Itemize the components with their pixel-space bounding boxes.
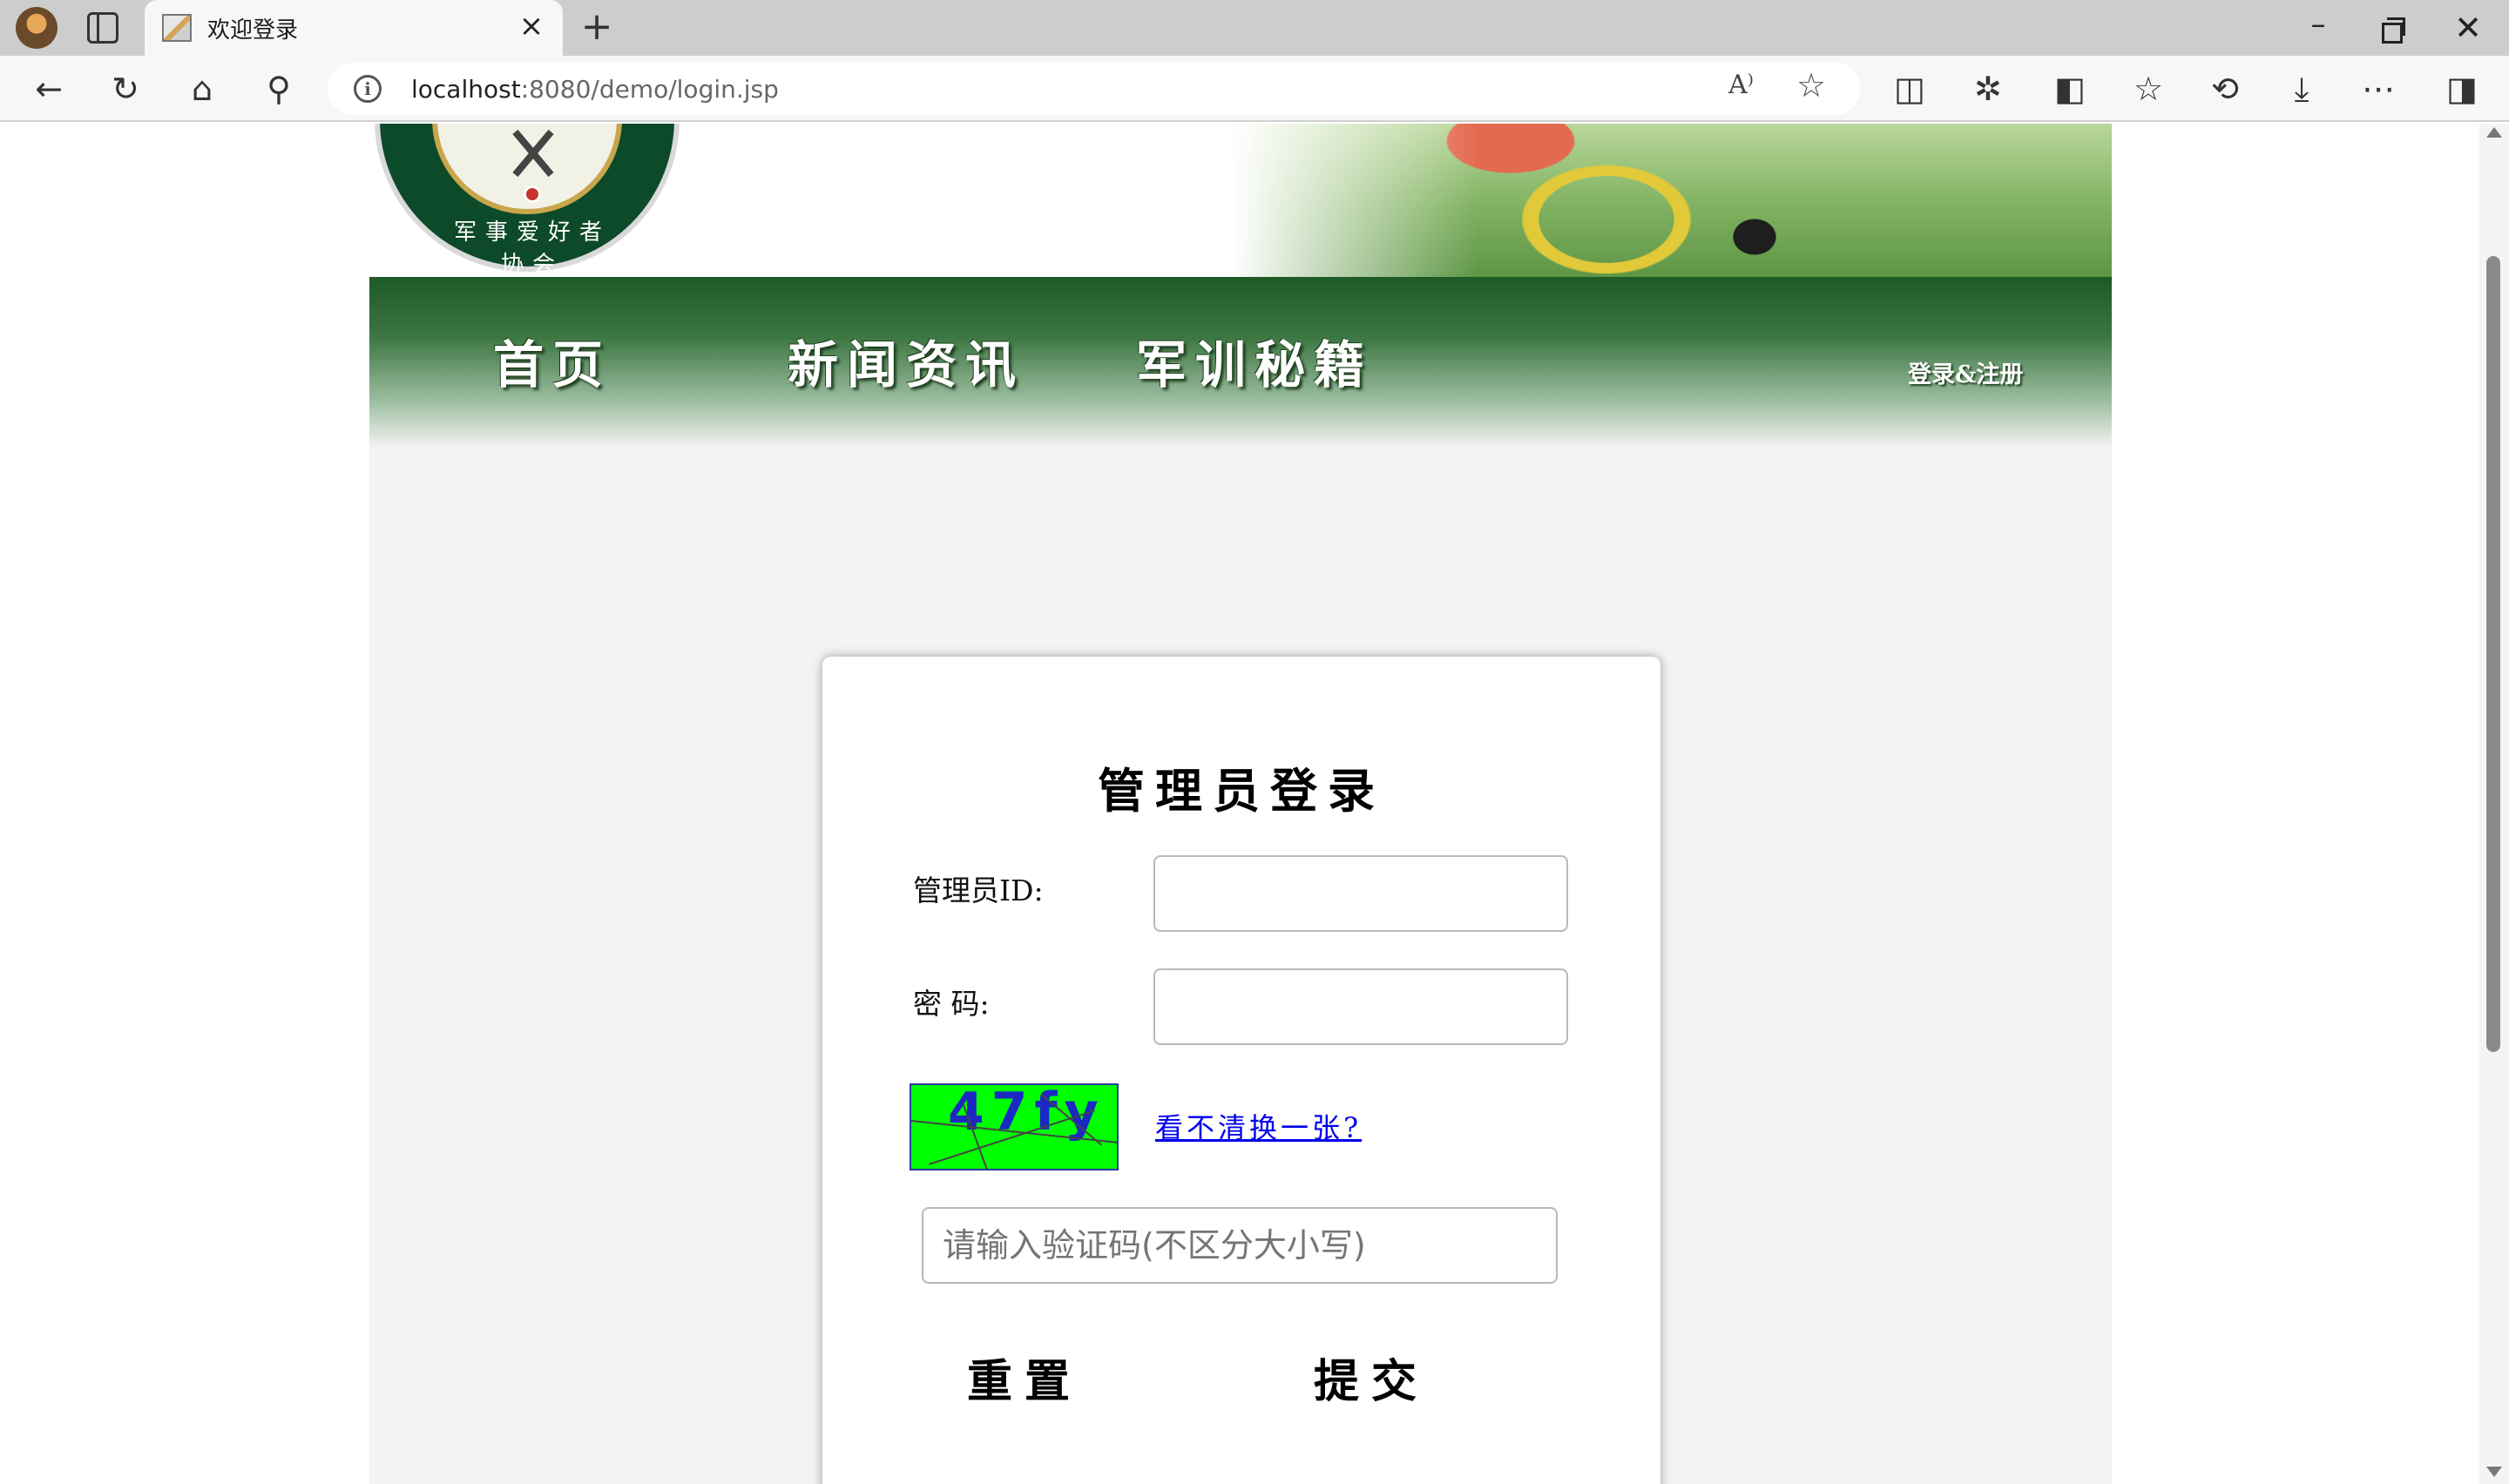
scroll-down-arrow-icon[interactable] (2486, 1467, 2502, 1477)
back-icon[interactable]: ← (26, 66, 71, 111)
header-banner: 军事爱好者协会 (369, 124, 2112, 277)
submit-button[interactable]: 提交 (1314, 1345, 1429, 1410)
nav-home[interactable]: 首页 (493, 324, 612, 397)
search-icon[interactable]: ⚲ (256, 66, 301, 111)
nav-news[interactable]: 新闻资讯 (788, 324, 1025, 397)
crossed-rifles-icon (507, 125, 558, 176)
favorite-star-icon[interactable]: ☆ (1796, 66, 1826, 105)
window-minimize-icon[interactable]: – (2296, 7, 2340, 49)
browser-toolbar: ← ↻ ⌂ ⚲ i localhost:8080/demo/login.jsp … (0, 56, 2509, 122)
site-info-icon[interactable]: i (354, 75, 382, 103)
login-title: 管理员登录 (1098, 763, 1385, 819)
extensions-icon[interactable]: ✲ (1965, 66, 2011, 111)
password-label: 密 码: (913, 987, 990, 1021)
password-input[interactable] (1153, 968, 1568, 1045)
admin-id-input[interactable] (1153, 855, 1568, 932)
reset-button[interactable]: 重置 (967, 1345, 1082, 1410)
admin-id-label: 管理员ID: (913, 874, 1044, 907)
captcha-refresh-link[interactable]: 看不清换一张? (1155, 1106, 1362, 1146)
banner-photo (1232, 124, 2112, 277)
sidebar-toggle-icon[interactable]: ◨ (2439, 66, 2485, 111)
window-restore-icon[interactable] (2368, 7, 2411, 49)
url-path: :8080/demo/login.jsp (520, 75, 779, 104)
page-viewport: 军事爱好者协会 首页 新闻资讯 军训秘籍 登录&注册 管理员登录 管理员ID: … (0, 124, 2479, 1484)
login-panel: 管理员登录 管理员ID: 密 码: 47fy 看不清换一张? 请输入验证码(不区… (822, 657, 1660, 1484)
refresh-icon[interactable]: ↻ (103, 66, 148, 111)
home-icon[interactable]: ⌂ (179, 66, 225, 111)
browser-tab-active[interactable]: 欢迎登录 × (145, 0, 563, 56)
tab-close-icon[interactable]: × (514, 9, 549, 44)
site-container: 军事爱好者协会 首页 新闻资讯 军训秘籍 登录&注册 管理员登录 管理员ID: … (369, 124, 2112, 1484)
tab-favicon-icon (162, 14, 192, 42)
split-screen-icon[interactable]: ◧ (2047, 66, 2093, 111)
profile-avatar[interactable] (16, 7, 57, 49)
more-menu-icon[interactable]: ⋯ (2356, 66, 2401, 111)
address-url[interactable]: localhost:8080/demo/login.jsp (411, 75, 779, 104)
logo-text: 军事爱好者协会 (453, 219, 611, 277)
scroll-thumb[interactable] (2486, 256, 2500, 1052)
captcha-code-input[interactable]: 请输入验证码(不区分大小写) (922, 1207, 1558, 1284)
collections-icon[interactable]: ◫ (1887, 66, 1932, 111)
main-nav: 首页 新闻资讯 军训秘籍 登录&注册 (369, 277, 2112, 448)
tab-title: 欢迎登录 (207, 17, 299, 44)
captcha-image[interactable]: 47fy (910, 1083, 1119, 1170)
new-tab-icon[interactable]: + (575, 5, 619, 49)
association-logo: 军事爱好者协会 (375, 124, 680, 277)
browser-tab-bar: 欢迎登录 × + – ✕ (0, 0, 2509, 56)
history-icon[interactable]: ⟲ (2202, 66, 2248, 111)
address-bar[interactable]: i localhost:8080/demo/login.jsp A⁾ ☆ (328, 63, 1861, 115)
favorites-icon[interactable]: ☆ (2126, 66, 2171, 111)
nav-login-register[interactable]: 登录&注册 (1908, 355, 2023, 389)
window-close-icon[interactable]: ✕ (2446, 7, 2490, 49)
scroll-up-arrow-icon[interactable] (2486, 127, 2502, 138)
page-scrollbar[interactable] (2479, 124, 2509, 1484)
nav-training[interactable]: 军训秘籍 (1136, 324, 1373, 397)
url-host: localhost (411, 75, 521, 104)
tab-actions-icon[interactable] (87, 12, 118, 44)
downloads-icon[interactable]: ⤓ (2279, 66, 2324, 111)
read-aloud-icon[interactable]: A⁾ (1728, 70, 1754, 100)
logo-star-icon (524, 186, 541, 203)
